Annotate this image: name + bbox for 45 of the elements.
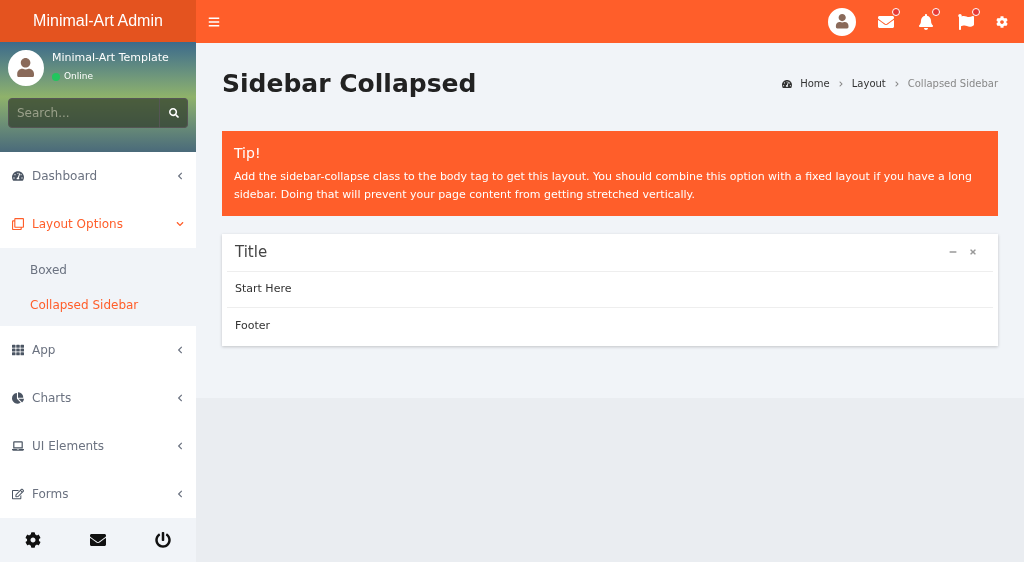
box-footer-text: Footer [235, 318, 270, 335]
chevron-down-icon [176, 220, 184, 229]
tip-title: Tip! [234, 143, 262, 163]
menu-icon[interactable] [208, 15, 220, 28]
submenu-item[interactable]: Boxed [0, 252, 196, 288]
settings-icon[interactable] [24, 532, 41, 549]
breadcrumb-link[interactable]: Layout [851, 76, 886, 92]
menu-item[interactable]: Dashboard [0, 152, 196, 201]
mail-icon[interactable] [90, 532, 106, 549]
copy-icon [12, 218, 24, 231]
chevron-right-icon [837, 80, 844, 87]
menu-item[interactable]: UI Elements [0, 422, 196, 471]
close-icon[interactable] [969, 248, 977, 256]
box-body-text: Start Here [235, 280, 292, 297]
pie-chart-icon [12, 392, 24, 405]
minimize-icon[interactable] [949, 248, 957, 256]
submenu-item[interactable]: Collapsed Sidebar [0, 287, 196, 323]
edit-icon [12, 488, 24, 501]
search-button[interactable] [160, 97, 188, 128]
chevron-left-icon [176, 346, 184, 355]
laptop-icon [12, 440, 24, 453]
menu-item[interactable]: Forms [0, 470, 196, 519]
dashboard-icon [782, 78, 793, 89]
box-title: Title [235, 241, 269, 263]
power-icon[interactable] [155, 532, 172, 549]
chevron-right-icon [893, 80, 900, 87]
menu-item[interactable]: App [0, 326, 196, 375]
chevron-left-icon [176, 442, 184, 451]
page-title: Sidebar Collapsed [222, 68, 477, 100]
avatar [8, 49, 44, 86]
search-field[interactable]: Search... [8, 97, 160, 128]
chevron-left-icon [176, 172, 184, 181]
user-name: Minimal-Art Template [52, 49, 169, 66]
status-label: Online [64, 70, 94, 84]
avatar [828, 7, 856, 36]
chevron-left-icon [176, 490, 184, 499]
chevron-left-icon [176, 394, 184, 403]
breadcrumb-link[interactable]: Home [800, 76, 830, 92]
menu-item[interactable]: Layout Options [0, 200, 196, 249]
brand-title[interactable]: Minimal-Art Admin [33, 8, 163, 33]
search-icon [168, 107, 179, 118]
grid-icon [12, 344, 24, 357]
dashboard-icon [12, 170, 24, 183]
menu-item[interactable]: Charts [0, 374, 196, 423]
tip-text: Add the sidebar-collapse class to the body tag to get this layout. You should combine this option with a fixed layout if you have a long sidebar. Doing that will prevent your page content from getting stretched vertically. [234, 168, 973, 203]
